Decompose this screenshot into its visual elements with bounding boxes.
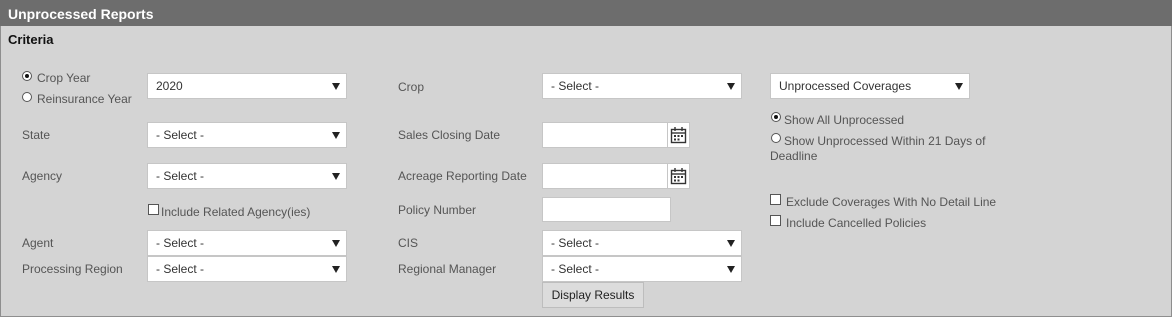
sales-closing-date-label: Sales Closing Date	[398, 128, 501, 142]
policy-number-label: Policy Number	[398, 203, 477, 217]
chevron-down-icon	[332, 266, 340, 273]
chevron-down-icon	[332, 240, 340, 247]
regional-manager-select-value: - Select -	[551, 262, 600, 276]
include-cancelled-checkbox[interactable]	[770, 215, 781, 226]
coverage-type-select[interactable]: Unprocessed Coverages	[770, 73, 970, 99]
chevron-down-icon	[727, 240, 735, 247]
sales-closing-date-input[interactable]	[542, 122, 668, 148]
chevron-down-icon	[332, 132, 340, 139]
state-select[interactable]: - Select -	[147, 122, 347, 148]
chevron-down-icon	[332, 83, 340, 90]
calendar-icon	[670, 127, 687, 144]
agency-select-value: - Select -	[156, 169, 205, 183]
acreage-reporting-date-label: Acreage Reporting Date	[398, 169, 527, 183]
state-label: State	[22, 128, 51, 142]
reinsurance-year-label: Reinsurance Year	[37, 92, 132, 106]
include-related-agencies-checkbox[interactable]	[148, 204, 159, 215]
calendar-icon	[670, 168, 687, 185]
agent-select[interactable]: - Select -	[147, 230, 347, 256]
show-unprocessed-within-radio[interactable]	[771, 133, 781, 143]
policy-number-input[interactable]	[542, 197, 671, 222]
regional-manager-label: Regional Manager	[398, 262, 497, 276]
chevron-down-icon	[727, 83, 735, 90]
coverage-type-select-value: Unprocessed Coverages	[779, 79, 912, 93]
processing-region-label: Processing Region	[22, 262, 123, 276]
cis-label: CIS	[398, 236, 419, 250]
exclude-no-detail-checkbox[interactable]	[770, 194, 781, 205]
processing-region-select[interactable]: - Select -	[147, 256, 347, 282]
year-select-value: 2020	[156, 79, 183, 93]
acreage-reporting-date-input[interactable]	[542, 163, 668, 189]
show-all-unprocessed-label: Show All Unprocessed	[784, 113, 905, 127]
crop-label: Crop	[398, 80, 425, 94]
agent-label: Agent	[22, 236, 54, 250]
year-select[interactable]: 2020	[147, 73, 347, 99]
chevron-down-icon	[332, 173, 340, 180]
include-cancelled-label: Include Cancelled Policies	[786, 216, 927, 230]
agent-select-value: - Select -	[156, 236, 205, 250]
reinsurance-year-radio[interactable]	[22, 92, 32, 102]
regional-manager-select[interactable]: - Select -	[542, 256, 742, 282]
cis-select[interactable]: - Select -	[542, 230, 742, 256]
display-results-button[interactable]: Display Results	[542, 282, 644, 308]
state-select-value: - Select -	[156, 128, 205, 142]
acreage-reporting-date-calendar-button[interactable]	[667, 163, 690, 189]
crop-select-value: - Select -	[551, 79, 600, 93]
cis-select-value: - Select -	[551, 236, 600, 250]
sales-closing-date-calendar-button[interactable]	[667, 122, 690, 148]
crop-select[interactable]: - Select -	[542, 73, 742, 99]
show-unprocessed-within-label-line2: Deadline	[770, 149, 818, 163]
show-all-unprocessed-radio[interactable]	[771, 112, 781, 122]
agency-label: Agency	[22, 169, 63, 183]
page-title: Unprocessed Reports	[0, 0, 1172, 26]
show-unprocessed-within-label: Show Unprocessed Within 21 Days of	[784, 134, 986, 148]
crop-year-label: Crop Year	[37, 71, 91, 85]
chevron-down-icon	[727, 266, 735, 273]
include-related-agencies-label: Include Related Agency(ies)	[161, 205, 311, 219]
criteria-heading: Criteria	[8, 32, 54, 47]
exclude-no-detail-label: Exclude Coverages With No Detail Line	[786, 195, 997, 209]
crop-year-radio[interactable]	[22, 71, 32, 81]
processing-region-select-value: - Select -	[156, 262, 205, 276]
agency-select[interactable]: - Select -	[147, 163, 347, 189]
chevron-down-icon	[955, 83, 963, 90]
